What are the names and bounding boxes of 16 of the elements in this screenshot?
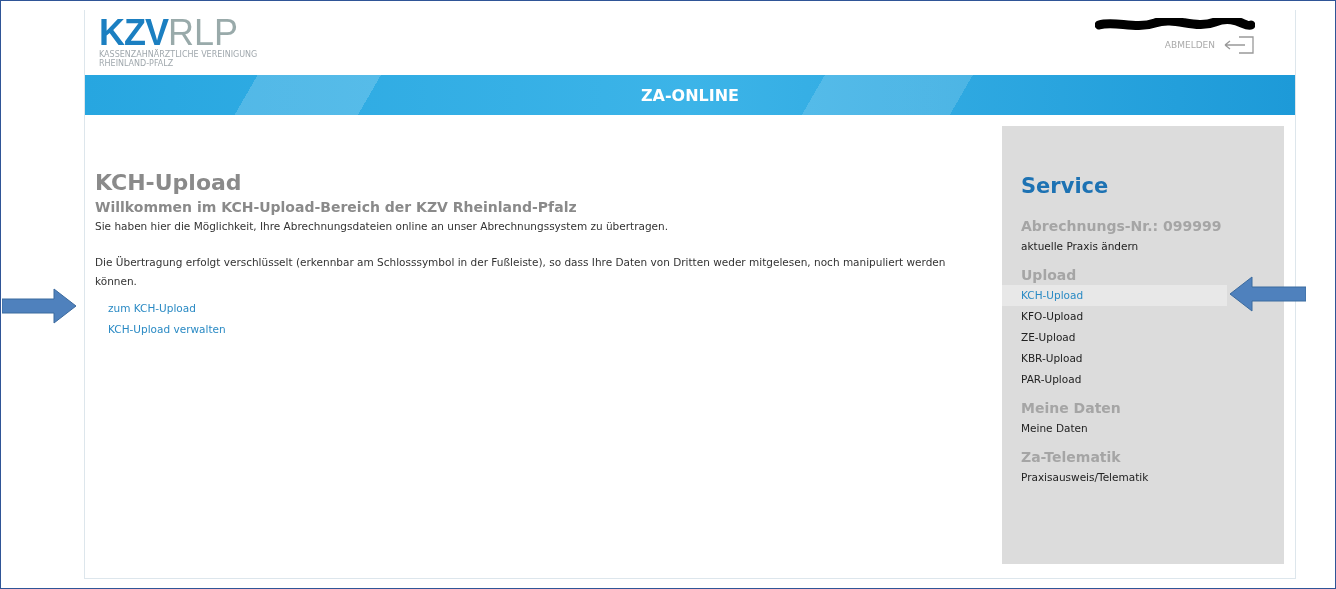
banner-title: ZA-ONLINE bbox=[640, 85, 740, 105]
logo[interactable]: KZVRLP KASSENZAHNÄRZTLICHE VEREINIGUNG RHEINLAND-PFALZ bbox=[99, 10, 258, 75]
page-subtitle: Willkommen im KCH-Upload-Bereich der KZV Rheinland-Pfalz bbox=[95, 199, 578, 215]
sidebar-item[interactable]: Praxisausweis/Telematik bbox=[1002, 467, 1227, 488]
upload-link[interactable]: KCH-Upload verwalten bbox=[108, 323, 226, 335]
page-title: KCH-Upload bbox=[95, 170, 243, 195]
sidebar-item[interactable]: Meine Daten bbox=[1002, 418, 1227, 439]
sidebar-item[interactable]: aktuelle Praxis ändern bbox=[1002, 236, 1227, 257]
upload-link[interactable]: zum KCH-Upload bbox=[108, 302, 196, 314]
sidebar-title: Service bbox=[1020, 174, 1110, 198]
sidebar-item[interactable]: ZE-Upload bbox=[1002, 327, 1227, 348]
sidebar-item[interactable]: PAR-Upload bbox=[1002, 369, 1227, 390]
sidebar-item[interactable]: KFO-Upload bbox=[1002, 306, 1227, 327]
paragraph: Die Übertragung erfolgt verschlüsselt (erkennbar am Schlosssymbol in der Fußleiste), so dass Ihre Daten von Dritten weder mitgelesen, noch manipuliert werden können. bbox=[95, 255, 947, 289]
sidebar-item[interactable]: KBR-Upload bbox=[1002, 348, 1227, 369]
paragraph: Sie haben hier die Möglichkeit, Ihre Abrechnungsdateien online an unser Abrechnungssystem zu übertragen. bbox=[95, 219, 670, 234]
